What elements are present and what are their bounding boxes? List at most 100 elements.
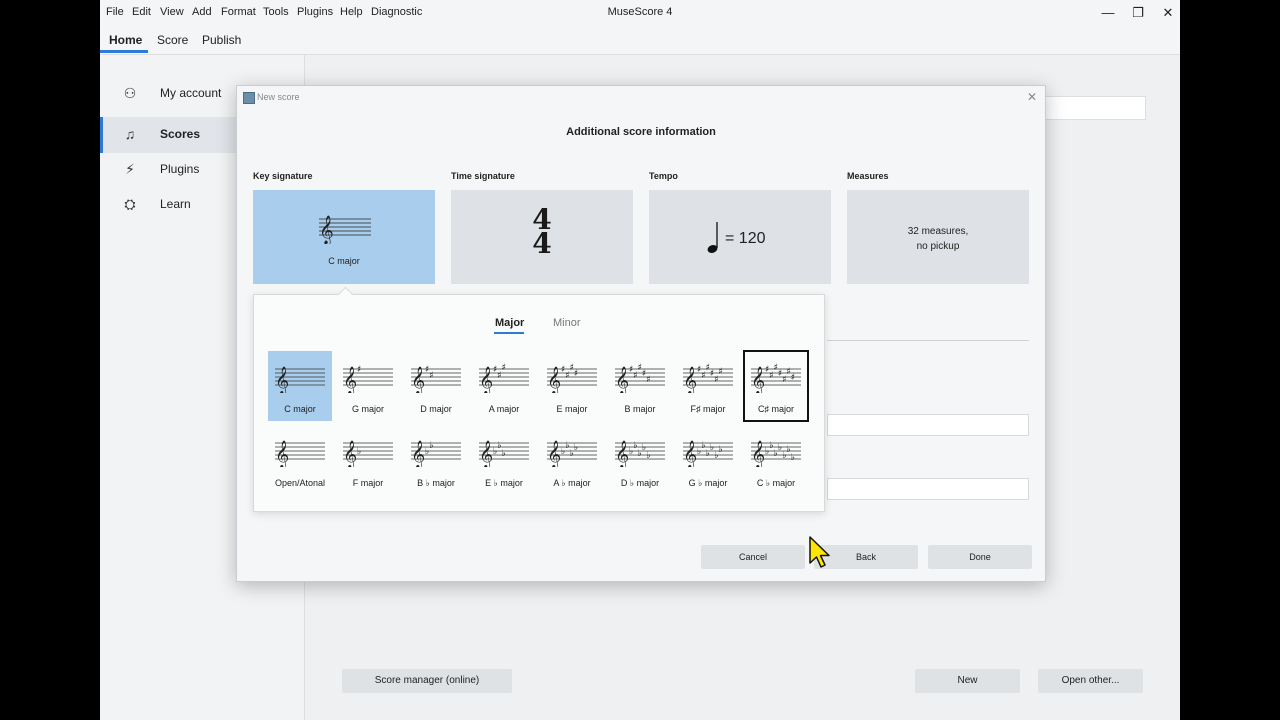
quarter-note-icon <box>707 222 718 253</box>
time-signature-card[interactable]: 4 4 <box>451 190 633 284</box>
svg-text:♭: ♭ <box>502 449 506 459</box>
time-signature-label: Time signature <box>451 171 515 181</box>
popup-arrow <box>337 286 354 303</box>
key-option-label: B ♭ major <box>417 478 455 488</box>
key-option-row2-7[interactable]: 𝄞 ♭ ♭ ♭ ♭ ♭ ♭ ♭ C ♭ major <box>744 425 808 495</box>
svg-text:♯: ♯ <box>502 363 506 373</box>
key-option-row1-1[interactable]: 𝄞 ♯ G major <box>336 351 400 421</box>
key-signature-value: C major <box>328 256 360 266</box>
time-signature-value: 4 4 <box>527 206 557 258</box>
key-option-row2-2[interactable]: 𝄞 ♭ ♭ B ♭ major <box>404 425 468 495</box>
user-icon: ⚇ <box>123 85 137 101</box>
svg-text:𝄞: 𝄞 <box>683 440 697 467</box>
key-option-label: F♯ major <box>690 404 726 414</box>
key-option-row1-6[interactable]: 𝄞 ♯ ♯ ♯ ♯ ♯ ♯ F♯ major <box>676 351 740 421</box>
svg-text:𝄞: 𝄞 <box>479 366 493 393</box>
tab-home[interactable]: Home <box>109 33 142 47</box>
score-manager-button[interactable]: Score manager (online) <box>342 669 512 693</box>
tab-minor[interactable]: Minor <box>553 317 581 329</box>
new-score-button[interactable]: New <box>915 669 1020 693</box>
text-field[interactable] <box>827 414 1029 436</box>
svg-text:♯: ♯ <box>791 373 795 383</box>
svg-text:♭: ♭ <box>719 445 723 455</box>
graduation-cap-icon: ⛭ <box>124 196 136 212</box>
key-staff-icon: 𝄞 ♯♯♯♯♯♯♯ <box>751 363 801 393</box>
key-staff-icon: 𝄞 ♭♭♭♭♭ <box>615 440 665 467</box>
key-option-row1-4[interactable]: 𝄞 ♯ ♯ ♯ ♯ E major <box>540 351 604 421</box>
active-tab-indicator <box>494 332 524 334</box>
key-signature-popup: Major Minor 𝄞 C major 𝄞 ♯ G major 𝄞 ♯ ♯ D major 𝄞… <box>253 286 825 512</box>
key-option-label: G ♭ major <box>688 478 728 488</box>
svg-text:𝄞: 𝄞 <box>479 440 493 467</box>
key-option-row1-5[interactable]: 𝄞 ♯ ♯ ♯ ♯ ♯ B major <box>608 351 672 421</box>
key-staff-icon: 𝄞 ♯ <box>343 365 393 393</box>
svg-text:𝄞: 𝄞 <box>615 440 629 467</box>
key-staff-icon: 𝄞 ♭♭ <box>411 440 461 467</box>
measures-count: 32 measures, <box>907 226 969 237</box>
close-icon[interactable]: ✕ <box>1156 4 1180 22</box>
svg-text:♯: ♯ <box>429 371 433 381</box>
key-option-label: Open/Atonal <box>274 478 326 488</box>
minimize-icon[interactable]: — <box>1096 4 1120 22</box>
measures-label: Measures <box>847 171 889 181</box>
dialog-heading: Additional score information <box>566 126 716 138</box>
key-option-row2-0[interactable]: 𝄞 Open/Atonal <box>268 425 332 495</box>
new-score-dialog: New score ✕ Additional score information… <box>236 85 1046 582</box>
svg-text:𝄞: 𝄞 <box>751 366 765 393</box>
tempo-card[interactable]: = 120 <box>649 190 831 284</box>
key-option-row1-2[interactable]: 𝄞 ♯ ♯ D major <box>404 351 468 421</box>
key-staff-icon: 𝄞 ♯♯♯♯♯ <box>615 363 665 393</box>
restore-icon[interactable]: ❐ <box>1126 4 1150 22</box>
key-option-label: D major <box>420 404 452 414</box>
sidebar-item-label: Scores <box>160 127 201 141</box>
dialog-close-icon[interactable]: ✕ <box>1027 90 1037 104</box>
svg-text:𝄞: 𝄞 <box>343 366 357 393</box>
key-option-row2-3[interactable]: 𝄞 ♭ ♭ ♭ E ♭ major <box>472 425 536 495</box>
key-option-row2-5[interactable]: 𝄞 ♭ ♭ ♭ ♭ ♭ D ♭ major <box>608 425 672 495</box>
key-option-row2-4[interactable]: 𝄞 ♭ ♭ ♭ ♭ A ♭ major <box>540 425 604 495</box>
svg-text:𝄞: 𝄞 <box>411 440 425 467</box>
key-option-label: A ♭ major <box>553 478 591 488</box>
open-other-button[interactable]: Open other... <box>1038 669 1143 693</box>
key-option-row2-6[interactable]: 𝄞 ♭ ♭ ♭ ♭ ♭ ♭ G ♭ major <box>676 425 740 495</box>
key-option-label: C major <box>284 404 316 414</box>
svg-text:𝄞: 𝄞 <box>343 440 357 467</box>
svg-text:♯: ♯ <box>357 365 361 375</box>
sidebar-item-label: My account <box>160 86 222 100</box>
mouse-cursor-icon <box>809 536 830 568</box>
svg-text:𝄞: 𝄞 <box>547 440 561 467</box>
dialog-title: New score <box>257 92 300 102</box>
text-field[interactable] <box>827 478 1029 500</box>
svg-text:𝄞: 𝄞 <box>275 440 289 467</box>
svg-text:♭: ♭ <box>646 451 650 461</box>
key-option-row2-1[interactable]: 𝄞 ♭ F major <box>336 425 400 495</box>
key-option-label: E ♭ major <box>485 478 523 488</box>
svg-text:𝄞: 𝄞 <box>547 366 561 393</box>
search-input[interactable] <box>1044 96 1146 120</box>
tab-publish[interactable]: Publish <box>202 33 241 47</box>
cancel-button[interactable]: Cancel <box>701 545 805 569</box>
key-option-label: D ♭ major <box>620 478 660 488</box>
app-icon <box>243 92 255 104</box>
main-tab-bar: Home Score Publish <box>100 26 1180 55</box>
tempo-value: = 120 <box>725 230 766 247</box>
key-staff-icon: 𝄞 ♯♯ <box>411 365 461 393</box>
key-option-row1-7[interactable]: 𝄞 ♯ ♯ ♯ ♯ ♯ ♯ ♯ C♯ major <box>743 350 809 422</box>
music-note-icon: ♫ <box>124 126 136 142</box>
tab-major[interactable]: Major <box>495 317 524 329</box>
key-option-row1-0[interactable]: 𝄞 C major <box>268 351 332 421</box>
svg-text:♯: ♯ <box>574 369 578 379</box>
done-button[interactable]: Done <box>928 545 1032 569</box>
divider <box>827 340 1029 341</box>
key-signature-card[interactable]: 𝄞 C major <box>253 190 435 284</box>
svg-text:𝄞: 𝄞 <box>683 366 697 393</box>
tab-score[interactable]: Score <box>157 33 188 47</box>
svg-text:𝄞: 𝄞 <box>751 440 765 467</box>
key-option-row1-3[interactable]: 𝄞 ♯ ♯ ♯ A major <box>472 351 536 421</box>
key-staff-icon: 𝄞 ♭ <box>343 440 393 467</box>
svg-text:♯: ♯ <box>646 375 650 385</box>
measures-card[interactable]: 32 measures, no pickup <box>847 190 1029 284</box>
key-staff-icon: 𝄞 <box>275 366 325 393</box>
svg-text:𝄞: 𝄞 <box>275 366 289 393</box>
svg-text:♯: ♯ <box>719 367 723 377</box>
